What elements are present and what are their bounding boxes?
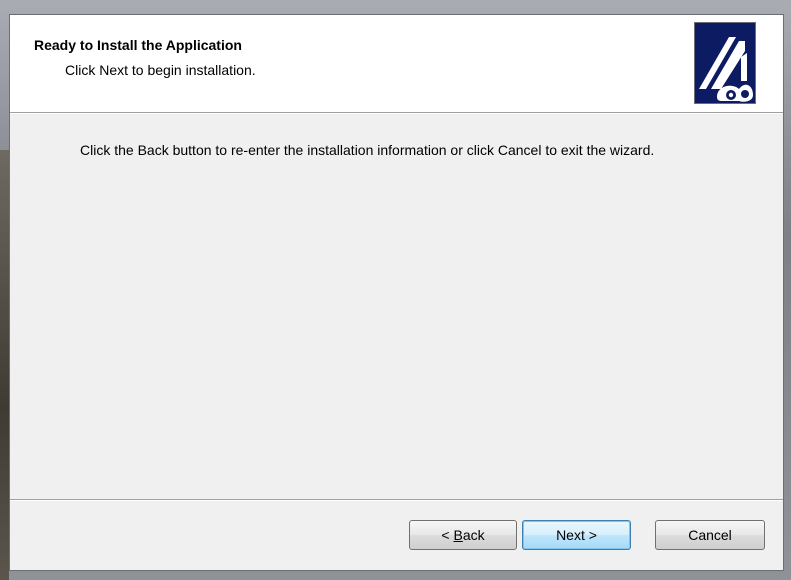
installer-dialog: Ready to Install the Application Click N… [9,14,784,571]
back-button-prefix: < [441,527,454,543]
cancel-button[interactable]: Cancel [655,520,765,550]
installer-logo-icon [694,22,756,104]
window-frame-edge [0,150,9,580]
back-button[interactable]: < Back [409,520,517,550]
instruction-text: Click the Back button to re-enter the in… [80,142,655,158]
back-button-mnemonic: B [453,527,463,543]
next-button[interactable]: Next > [522,520,631,550]
header-panel: Ready to Install the Application Click N… [10,15,783,113]
page-subtitle: Click Next to begin installation. [65,62,256,78]
installer-logo-graphic [695,23,755,103]
header-divider [10,113,783,114]
back-button-rest: ack [462,527,485,543]
page-title: Ready to Install the Application [34,37,242,53]
footer-divider [10,499,783,501]
